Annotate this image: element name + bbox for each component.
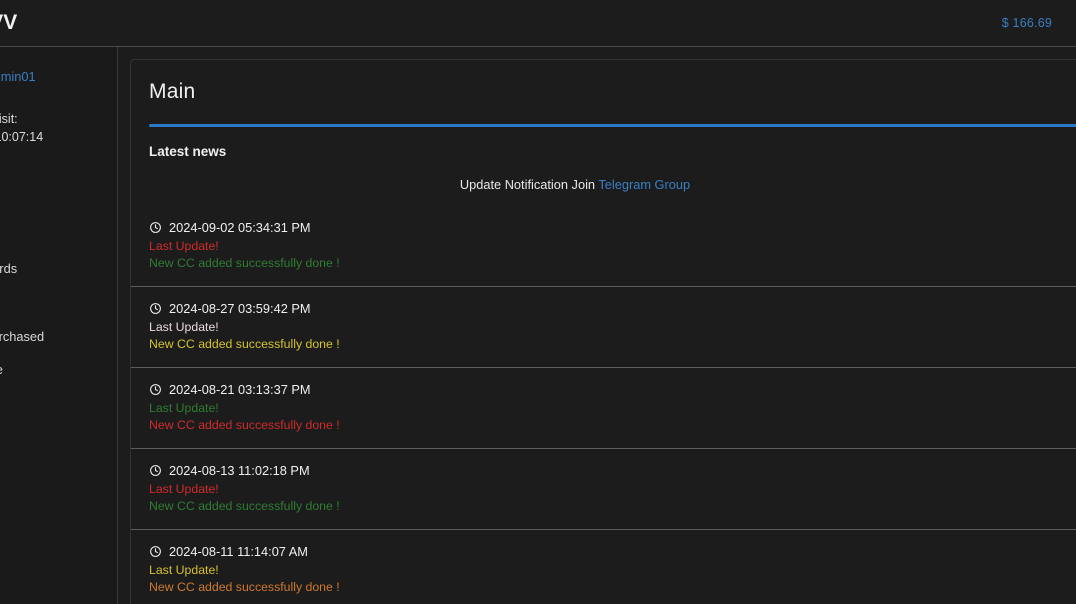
news-date-text: 2024-08-21 03:13:37 PM [169, 382, 311, 397]
sidebar-item-label: fill Balance [0, 362, 3, 377]
clock-icon [149, 302, 162, 315]
news-item: 2024-08-21 03:13:37 PM Last Update! New CC… [131, 368, 1076, 449]
news-list: 2024-09-02 05:34:31 PM Last Update! New CC… [131, 206, 1076, 604]
news-item: 2024-08-13 11:02:18 PM Last Update! New CC… [131, 449, 1076, 530]
sidebar-item-0[interactable]: in [0, 184, 117, 218]
clock-icon [149, 383, 162, 396]
sidebar-item-1[interactable]: rd [0, 218, 117, 252]
sidebar: elcome Admin01 Your last visit: 24-09-10… [0, 47, 118, 604]
news-message: New CC added successfully done ! [149, 499, 340, 513]
news-date-row: 2024-09-02 05:34:31 PM [149, 220, 1076, 235]
sidebar-item-6[interactable]: ket [0, 387, 117, 421]
last-visit-block: Your last visit: 24-09-10 10:07:14 [0, 84, 117, 146]
site-logo[interactable]: RKCVV [0, 11, 18, 35]
sidebar-nav: inrd emium Cards rchased emium Purchased fil… [0, 184, 117, 556]
news-update-label: Last Update! [149, 239, 219, 253]
news-date-row: 2024-08-13 11:02:18 PM [149, 463, 1076, 478]
news-date-text: 2024-09-02 05:34:31 PM [169, 220, 311, 235]
welcome-message: elcome Admin01 [0, 69, 117, 84]
last-visit-value: 24-09-10 10:07:14 [0, 130, 44, 145]
sidebar-item-label: emium Cards [0, 260, 18, 276]
sidebar-item-label: emium Purchased [0, 328, 45, 344]
news-message: New CC added successfully done ! [149, 337, 340, 351]
news-date-row: 2024-08-11 11:14:07 AM [149, 544, 1076, 559]
app-viewport: RKCVV $ 166.69 elcome Admin01 Your last … [0, 0, 1076, 604]
sidebar-item-3[interactable]: rchased [0, 286, 117, 320]
clock-icon [149, 464, 162, 477]
sidebar-item-8[interactable]: ofile [0, 455, 117, 489]
last-visit-label: Your last visit: [0, 112, 18, 126]
update-notification: Update Notification Join Telegram Group [131, 159, 1019, 192]
news-date-text: 2024-08-11 11:14:07 AM [169, 544, 308, 559]
sidebar-item-9[interactable]: les [0, 489, 117, 523]
news-date-row: 2024-08-21 03:13:37 PM [149, 382, 1076, 397]
main-content: Main Latest news Update Notification Joi… [118, 47, 1076, 604]
news-message: New CC added successfully done ! [149, 580, 340, 594]
news-update-label: Last Update! [149, 320, 219, 334]
news-message: New CC added successfully done ! [149, 256, 340, 270]
news-date-text: 2024-08-27 03:59:42 PM [169, 301, 311, 316]
notice-text: Update Notification Join [459, 177, 599, 192]
page-title: Main [149, 80, 196, 103]
sidebar-item-2[interactable]: emium Cards [0, 252, 117, 286]
news-item: 2024-09-02 05:34:31 PM Last Update! New CC… [131, 206, 1076, 287]
section-title-latest-news: Latest news [149, 144, 227, 159]
news-update-label: Last Update! [149, 401, 219, 415]
sidebar-item-4[interactable]: emium Purchased [0, 320, 117, 354]
sidebar-item-7[interactable]: ecker [0, 421, 117, 455]
news-update-label: Last Update! [149, 482, 219, 496]
news-date-row: 2024-08-27 03:59:42 PM [149, 301, 1076, 316]
news-date-text: 2024-08-13 11:02:18 PM [169, 463, 310, 478]
news-item: 2024-08-11 11:14:07 AM Last Update! New CC… [131, 530, 1076, 604]
content-card: Main Latest news Update Notification Joi… [130, 59, 1076, 604]
top-header-bar: RKCVV $ 166.69 [0, 0, 1076, 47]
news-item: 2024-08-27 03:59:42 PM Last Update! New CC… [131, 287, 1076, 368]
news-message: New CC added successfully done ! [149, 418, 340, 432]
sidebar-item-5[interactable]: fill Balance [0, 353, 117, 387]
sidebar-item-10[interactable]: gout [0, 523, 117, 557]
clock-icon [149, 545, 162, 558]
account-balance[interactable]: $ 166.69 [1002, 16, 1052, 30]
news-update-label: Last Update! [149, 563, 219, 577]
welcome-username[interactable]: Admin01 [0, 69, 36, 84]
clock-icon [149, 221, 162, 234]
telegram-group-link[interactable]: Telegram Group [598, 177, 690, 192]
